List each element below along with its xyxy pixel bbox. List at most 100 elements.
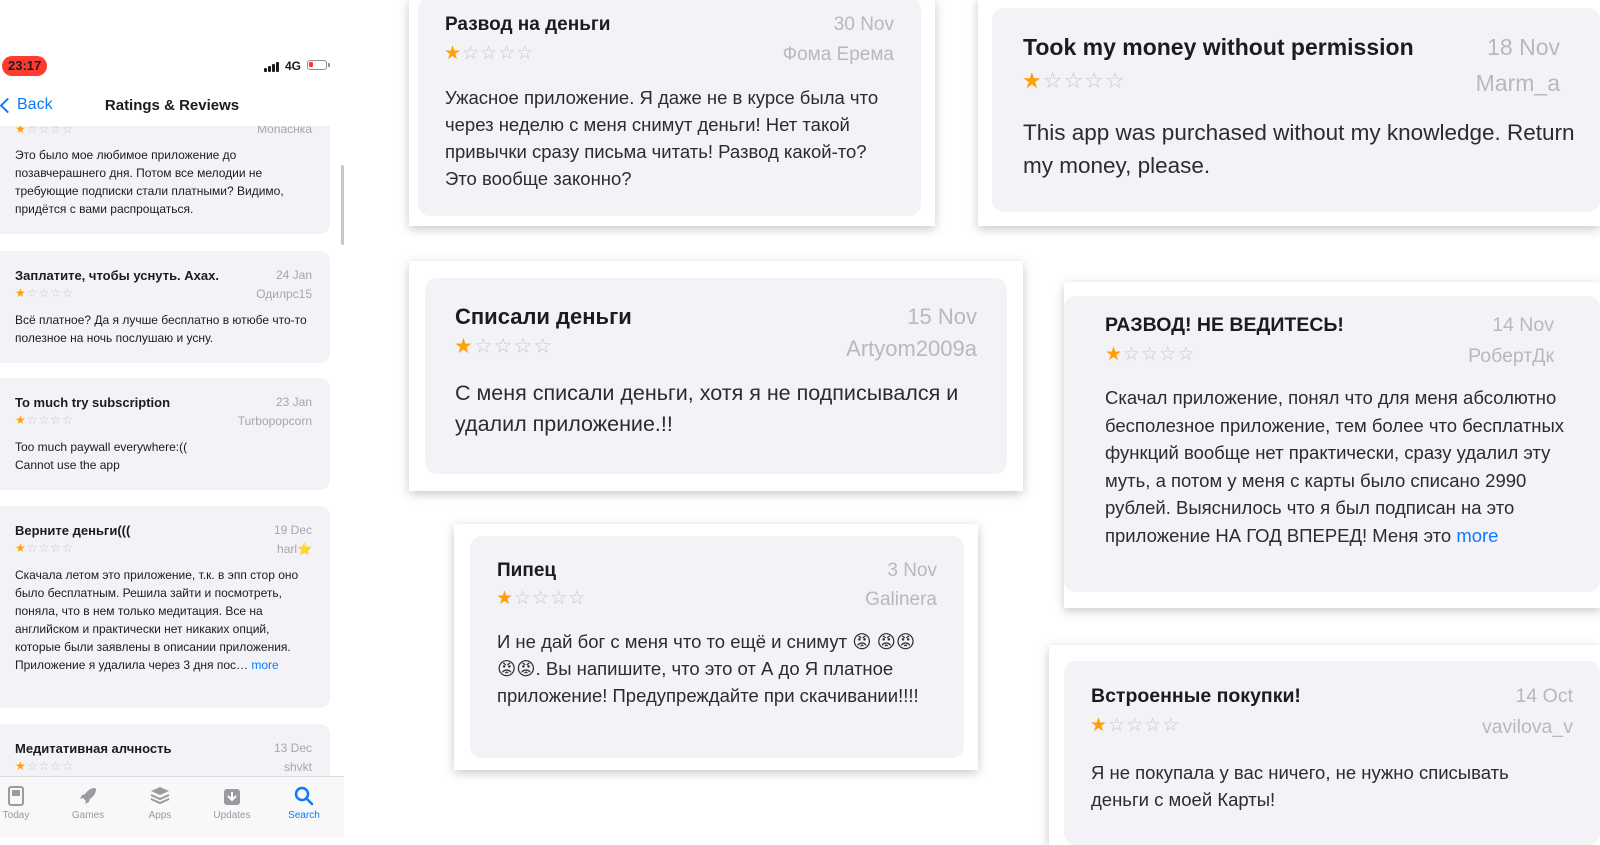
review-title: Медитативная алчность [15,741,172,756]
review-body: Всё платное? Да я лучше бесплатно в ютюб… [15,313,307,345]
star-filled-icon: ★ [15,413,26,427]
review-body: С меня списали деньги, хотя я не подписы… [455,381,959,436]
tab-games[interactable]: Games [56,777,120,821]
review-author: harl⭐ [277,542,312,556]
star-empty-icon: ☆ [1159,344,1177,365]
review-title: To much try subscription [15,395,171,410]
battery-icon [307,60,330,70]
star-empty-icon: ☆ [1126,715,1144,736]
tab-search[interactable]: Search [272,777,336,821]
star-rating: ★ ☆ ☆ ☆ ☆ [15,760,73,772]
star-rating: ★ ☆ ☆ ☆ ☆ [1090,716,1179,735]
tab-label: Today [2,810,30,821]
star-empty-icon: ☆ [50,759,62,773]
review-date: 24 Jan [275,268,312,282]
star-filled-icon: ★ [15,759,26,773]
review-author: shvkt [283,760,312,774]
star-rating: ★ ☆ ☆ ☆ ☆ [444,44,533,63]
search-icon [294,786,314,806]
review-date: 23 Jan [275,395,312,409]
review-date: 19 Dec [273,523,312,537]
star-empty-icon: ☆ [26,413,38,427]
star-rating: ★ ☆ ☆ ☆ ☆ [1105,345,1194,364]
star-empty-icon: ☆ [533,335,553,358]
review-card[interactable]: Заплатите, чтобы уснуть. Axax. 24 Jan ★ ☆… [0,251,330,363]
rocket-icon [80,788,96,804]
today-icon [8,786,24,806]
star-empty-icon: ☆ [1123,344,1141,365]
star-empty-icon: ☆ [1084,68,1104,93]
review-body: Я не покупала у вас ничего, не нужно спи… [1091,762,1509,810]
star-empty-icon: ☆ [62,541,73,555]
star-empty-icon: ☆ [1144,715,1162,736]
review-body: Скачала летом это приложение, т.к. в эпп… [15,566,310,674]
review-card-body: Развод на деньги 30 Nov ★ ☆ ☆ ☆ ☆ Фома Ерема… [418,0,921,216]
tab-updates[interactable]: Updates [200,777,264,821]
status-bar: 23:17 4G [0,52,344,76]
review-card[interactable]: Медитативная алчность 13 Dec ★ ☆ ☆ ☆ ☆ shvkt [0,724,330,784]
star-filled-icon: ★ [1022,68,1042,93]
review-card-body: Встроенные покупки! 14 Oct ★ ☆ ☆ ☆ ☆ vavilov… [1064,661,1600,845]
star-empty-icon: ☆ [62,413,73,427]
more-link[interactable]: more [1456,525,1498,546]
review-card[interactable]: Верните деньги((( 19 Dec ★ ☆ ☆ ☆ ☆ harl⭐ Ска… [0,506,330,708]
star-empty-icon: ☆ [514,588,532,609]
more-link[interactable]: more [251,658,278,672]
star-empty-icon: ☆ [38,759,50,773]
star-rating: ★ ☆ ☆ ☆ ☆ [1022,70,1125,92]
tab-label: Apps [148,810,172,821]
star-empty-icon: ☆ [1104,68,1125,93]
review-card-body: Списали деньги 15 Nov ★ ☆ ☆ ☆ ☆ Artyom2009a … [425,278,1007,474]
tab-bar: Today Games Apps Updates Search [0,776,344,838]
scrollbar[interactable] [341,165,344,245]
navigation-bar: Back Ratings & Reviews [0,92,344,122]
star-empty-icon: ☆ [50,286,62,300]
star-empty-icon: ☆ [38,541,50,555]
review-author: Одилрс15 [256,287,312,301]
review-card[interactable]: ★ ☆ ☆ ☆ ☆ Monacнка Это было мое любимое прил… [0,110,330,234]
review-title: Took my money without permission [1023,34,1414,60]
review-body: This app was purchased without my knowle… [1023,120,1575,178]
tab-label: Games [71,810,105,821]
review-title: Списали деньги [455,304,632,329]
review-card[interactable]: To much try subscription 23 Jan ★ ☆ ☆ ☆ ☆ Tu… [0,378,330,490]
star-empty-icon: ☆ [473,335,493,358]
star-filled-icon: ★ [1105,344,1123,365]
review-date: 18 Nov [1487,34,1560,60]
review-card-enlarged: Took my money without permission 18 Nov … [978,0,1600,226]
star-empty-icon: ☆ [50,413,62,427]
star-empty-icon: ☆ [26,541,38,555]
star-empty-icon: ☆ [1042,68,1063,93]
review-title: Заплатите, чтобы уснуть. Axax. [15,268,219,283]
review-card-enlarged: Встроенные покупки! 14 Oct ★ ☆ ☆ ☆ ☆ vavilov… [1049,645,1600,845]
review-body-text: Скачала летом это приложение, т.к. в эпп… [15,568,299,672]
star-filled-icon: ★ [15,541,26,555]
star-empty-icon: ☆ [50,541,62,555]
tab-apps[interactable]: Apps [128,777,192,821]
star-rating: ★ ☆ ☆ ☆ ☆ [15,414,73,426]
star-filled-icon: ★ [1090,715,1108,736]
signal-icon [264,62,279,72]
review-body: Это было мое любимое приложение до позав… [15,148,284,216]
star-filled-icon: ★ [454,335,473,358]
tab-label: Updates [213,810,251,821]
star-empty-icon: ☆ [462,43,480,64]
review-date: 14 Nov [1492,314,1554,336]
review-card-enlarged: РАЗВОД! НЕ ВЕДИТЕСЬ! 14 Nov ★ ☆ ☆ ☆ ☆ Роберт… [1064,282,1600,608]
star-empty-icon: ☆ [498,43,516,64]
star-empty-icon: ☆ [493,335,513,358]
tab-today[interactable]: Today [0,777,48,821]
star-empty-icon: ☆ [516,43,534,64]
star-empty-icon: ☆ [568,588,586,609]
star-empty-icon: ☆ [38,413,50,427]
review-date: 14 Oct [1515,685,1573,707]
status-time: 23:17 [2,56,48,76]
star-empty-icon: ☆ [38,286,50,300]
review-author: РобертДк [1468,345,1554,367]
network-type: 4G [285,59,302,73]
review-date: 15 Nov [907,304,977,329]
star-empty-icon: ☆ [550,588,568,609]
star-empty-icon: ☆ [26,759,38,773]
review-body: Скачал приложение, понял что для меня аб… [1105,384,1565,576]
review-title: Верните деньги((( [15,523,131,538]
